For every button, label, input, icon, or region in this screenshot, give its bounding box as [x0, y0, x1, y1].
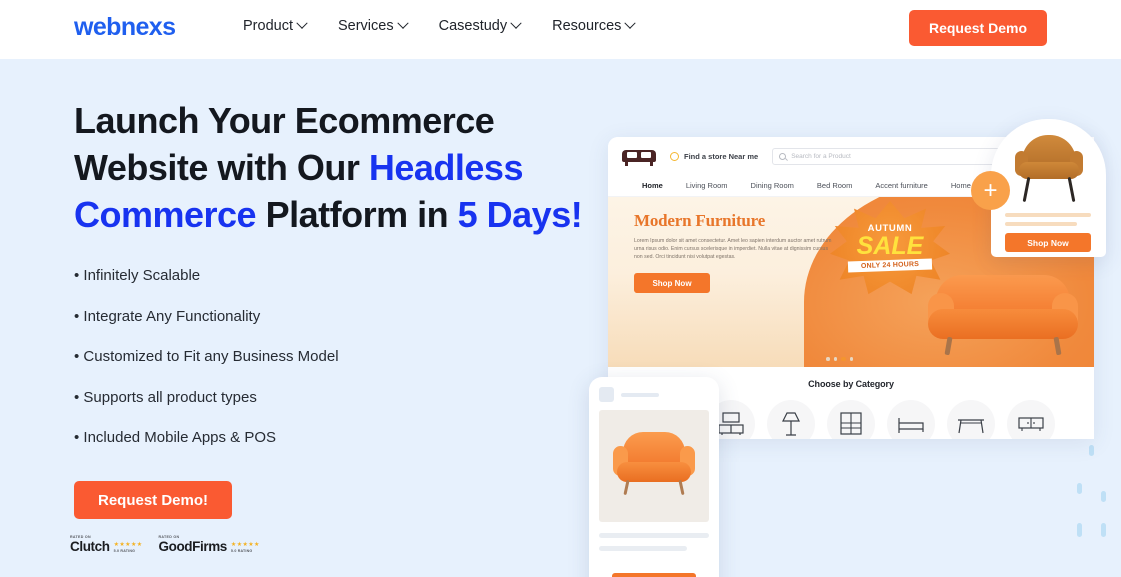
nav-item-services[interactable]: Services [337, 17, 409, 34]
badge-name: GoodFirms [158, 539, 228, 554]
find-store-label: Find a store Near me [684, 151, 759, 161]
list-item: • Included Mobile Apps & POS [74, 429, 277, 446]
star-rating-icon: ★★★★★ [230, 542, 260, 548]
headline-line2-plain: Website with Our [74, 147, 369, 188]
search-input[interactable]: Search for a Product [772, 147, 1013, 165]
badge-rating-value: 5.0 RATING [113, 549, 136, 553]
card-shop-now-button[interactable]: Shop Now [1005, 233, 1091, 252]
mockup-hero-title: Modern Furniture [634, 211, 766, 230]
nav-item-label: Resources [552, 18, 622, 34]
headline-accent-commerce: Commerce [74, 194, 257, 235]
study-table-icon [947, 400, 995, 439]
carousel-dots[interactable] [826, 356, 853, 361]
mockup-shop-now-button[interactable]: Shop Now [634, 273, 710, 293]
mockup-nav-accent-furniture[interactable]: Accent furniture [875, 181, 928, 190]
feature-bullet-list: • Infinitely Scalable • Integrate Any Fu… [74, 267, 494, 470]
mobile-mockup-header [599, 387, 709, 402]
search-placeholder: Search for a Product [791, 152, 851, 160]
nav-item-label: Casestudy [438, 18, 508, 34]
mobile-product-image [599, 410, 709, 522]
badge-rating-value: 5.0 RATING [230, 549, 253, 553]
add-plus-button[interactable]: + [971, 171, 1010, 210]
lighting-icon [767, 400, 815, 439]
mockup-nav-home[interactable]: Home [642, 181, 663, 190]
nav-item-resources[interactable]: Resources [552, 17, 637, 34]
shoe-racks-icon [1007, 400, 1055, 439]
page-title: Launch Your Ecommerce Website with Our H… [74, 97, 634, 238]
orange-sofa-image [928, 275, 1078, 356]
mockup-nav-dining-room[interactable]: Dining Room [751, 181, 794, 190]
headline-accent-headless: Headless [368, 147, 524, 188]
list-item: • Customized to Fit any Business Model [74, 348, 339, 365]
headline-line1: Launch Your Ecommerce [74, 100, 495, 141]
search-icon [779, 152, 787, 160]
placeholder-text-bar [599, 546, 687, 551]
chevron-down-icon [624, 17, 637, 29]
placeholder-text-bar [599, 533, 709, 538]
placeholder-avatar [599, 387, 614, 402]
location-pin-icon [670, 151, 679, 161]
placeholder-title-bar [621, 392, 659, 397]
sale-line2: SALE [856, 232, 924, 260]
find-store-link[interactable]: Find a store Near me [670, 151, 759, 161]
mockup-hero-body: Lorem Ipsum dolor sit amet consectetur. … [634, 238, 832, 260]
site-header: webnexs Product Services Casestudy Resou… [0, 0, 1121, 59]
nav-item-product[interactable]: Product [243, 17, 308, 34]
category-item-shoe-racks[interactable]: Shoe Racks [1005, 400, 1057, 439]
clutch-badge: RATED ON Clutch ★★★★★ 5.0 RATING [70, 535, 143, 554]
goodfirms-badge: RATED ON GoodFirms ★★★★★ 5.0 RATING [159, 535, 260, 554]
star-rating-icon: ★★★★★ [113, 542, 143, 548]
category-item-beds[interactable]: Beds [885, 400, 937, 439]
headline-accent-days: 5 Days! [457, 194, 583, 235]
leather-chair-image [1013, 135, 1085, 203]
sofa-logo-icon [622, 147, 656, 166]
chevron-down-icon [396, 17, 409, 29]
category-item-lighting[interactable]: Lighting [765, 400, 817, 439]
mockup-nav-living-room[interactable]: Living Room [686, 181, 728, 190]
rating-badges: RATED ON Clutch ★★★★★ 5.0 RATING RATED O… [70, 535, 260, 554]
badge-name: Clutch [70, 539, 110, 554]
list-item: • Integrate Any Functionality [74, 307, 261, 325]
category-item-book-shelves[interactable]: Book shelves [825, 400, 877, 439]
mockup-nav-bed-room[interactable]: Bed Room [817, 181, 852, 190]
request-demo-hero-button[interactable]: Request Demo! [74, 481, 232, 519]
page-root: webnexs Product Services Casestudy Resou… [0, 0, 1121, 577]
beds-icon [887, 400, 935, 439]
list-item: • Supports all product types [74, 388, 257, 406]
list-item: • Infinitely Scalable [74, 267, 201, 284]
nav-item-label: Product [243, 18, 293, 34]
headline-line3-plain: Platform in [256, 194, 458, 235]
chevron-down-icon [510, 17, 522, 29]
book-shelves-icon [827, 400, 875, 439]
placeholder-text-bar [1005, 213, 1091, 217]
mobile-store-mockup: Shop Now [589, 377, 719, 577]
site-logo[interactable]: webnexs [74, 13, 176, 42]
chevron-down-icon [296, 17, 308, 29]
nav-item-casestudy[interactable]: Casestudy [438, 17, 522, 34]
autumn-sale-badge: AUTUMN SALE ONLY 24 HOURS [830, 201, 950, 297]
mobile-shop-now-button[interactable]: Shop Now [612, 573, 696, 577]
main-nav: Product Services Casestudy Resources [243, 17, 637, 34]
placeholder-text-bar [1005, 222, 1077, 226]
nav-item-label: Services [337, 18, 394, 34]
category-item-study-table[interactable]: Study Table [945, 400, 997, 439]
hero-section: Launch Your Ecommerce Website with Our H… [0, 59, 1121, 577]
request-demo-header-button[interactable]: Request Demo [908, 10, 1047, 46]
